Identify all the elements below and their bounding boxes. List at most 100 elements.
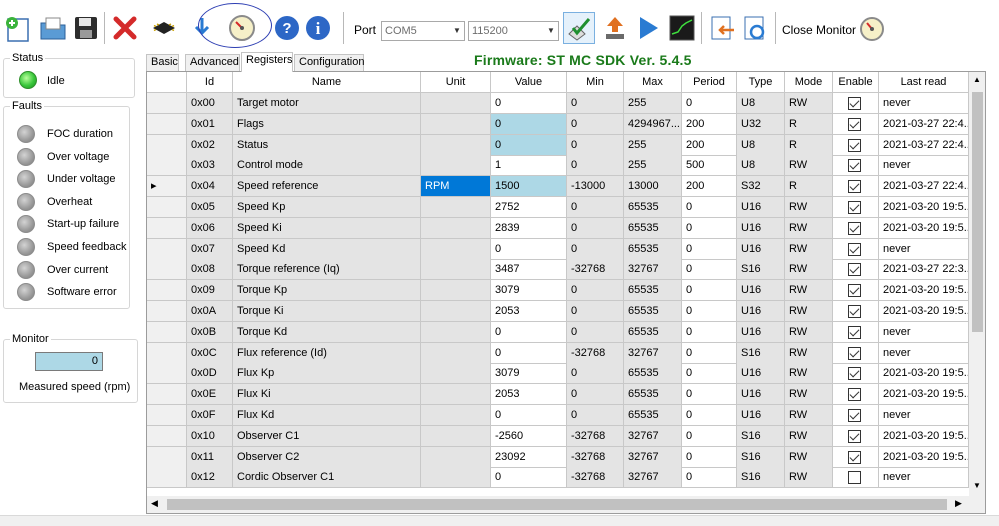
cell-value[interactable]: 2839 [491,217,567,239]
cell-unit[interactable] [421,259,491,281]
cell-min[interactable]: -32768 [567,342,624,364]
cell-unit[interactable] [421,342,491,364]
cell-mode[interactable]: RW [785,405,833,426]
cell-enable[interactable] [833,280,879,302]
cell-mode[interactable]: R [785,113,833,135]
cell-period[interactable]: 200 [682,134,737,156]
enable-checkbox[interactable] [848,117,861,131]
cell-name[interactable]: Torque reference (Iq) [233,259,421,281]
cell-id[interactable]: 0x0B [187,321,233,343]
vertical-scroll-thumb[interactable] [972,92,983,332]
cell-enable[interactable] [833,93,879,114]
cell-id[interactable]: 0x03 [187,155,233,177]
cell-min[interactable]: 0 [567,134,624,156]
cell-type[interactable]: S16 [737,467,785,489]
cell-enable[interactable] [833,342,879,364]
cell-type[interactable]: U16 [737,321,785,343]
cell-last[interactable]: 2021-03-20 19:5... [879,384,969,406]
table-row[interactable]: 0x09 Torque Kp 3079 0 65535 0 U16 RW 2021-03-20 … [147,280,969,302]
cell-enable[interactable] [833,134,879,156]
cell-last[interactable]: never [879,238,969,260]
cell-mode[interactable]: R [785,134,833,156]
column-header-id[interactable]: Id [187,72,233,93]
enable-checkbox[interactable] [848,284,861,298]
cell-period[interactable]: 500 [682,155,737,177]
table-row[interactable]: 0x08 Torque reference (Iq) 3487 -32768 32767… [147,259,969,281]
cell-max[interactable]: 65535 [624,363,682,385]
enable-checkbox[interactable] [848,263,861,277]
column-header-type[interactable]: Type [737,72,785,93]
table-row[interactable]: 0x0B Torque Kd 0 0 65535 0 U16 RW never [147,321,969,343]
cell-mode[interactable]: RW [785,155,833,177]
cell-value[interactable]: 3079 [491,363,567,385]
cell-id[interactable]: 0x05 [187,197,233,218]
table-row[interactable]: 0x00 Target motor 0 0 255 0 U8 RW never [147,93,969,114]
cell-period[interactable]: 0 [682,238,737,260]
table-row[interactable]: 0x01 Flags 0 0 4294967... 200 U32 R 2021-03-27 2… [147,113,969,135]
cell-last[interactable]: 2021-03-27 22:4... [879,113,969,135]
cell-max[interactable]: 255 [624,155,682,177]
cell-id[interactable]: 0x10 [187,425,233,447]
scope-icon[interactable] [666,12,698,44]
cell-id[interactable]: 0x00 [187,93,233,114]
cell-value[interactable]: 0 [491,238,567,260]
open-folder-icon[interactable] [37,12,69,44]
cell-unit[interactable] [421,155,491,177]
cell-type[interactable]: U16 [737,280,785,302]
cell-unit[interactable] [421,197,491,218]
cell-max[interactable]: 65535 [624,405,682,426]
cell-name[interactable]: Observer C1 [233,425,421,447]
cell-last[interactable]: 2021-03-27 22:4... [879,134,969,156]
close-red-x-icon[interactable] [109,12,141,44]
cell-name[interactable]: Flags [233,113,421,135]
cell-mode[interactable]: RW [785,384,833,406]
cell-period[interactable]: 0 [682,405,737,426]
horizontal-scroll-thumb[interactable] [167,499,947,510]
column-header-min[interactable]: Min [567,72,624,93]
cell-value[interactable]: 2752 [491,197,567,218]
cell-last[interactable]: 2021-03-20 19:5... [879,425,969,447]
cell-unit[interactable] [421,301,491,322]
tab-advanced[interactable]: Advanced [185,54,240,71]
cell-id[interactable]: 0x0E [187,384,233,406]
cell-id[interactable]: 0x04 [187,176,233,198]
cell-value[interactable]: 2053 [491,384,567,406]
cell-period[interactable]: 0 [682,467,737,489]
cell-max[interactable]: 65535 [624,238,682,260]
cell-last[interactable]: 2021-03-20 19:5... [879,363,969,385]
cell-last[interactable]: 2021-03-20 19:5... [879,301,969,322]
cell-name[interactable]: Torque Kp [233,280,421,302]
cell-id[interactable]: 0x0F [187,405,233,426]
export-icon[interactable] [706,12,738,44]
cell-type[interactable]: U16 [737,217,785,239]
cell-max[interactable]: 32767 [624,259,682,281]
column-header-mode[interactable]: Mode [785,72,833,93]
cell-min[interactable]: 0 [567,217,624,239]
column-header-last[interactable]: Last read [879,72,969,93]
cell-enable[interactable] [833,446,879,468]
cell-period[interactable]: 0 [682,197,737,218]
cell-value[interactable]: 0 [491,321,567,343]
refresh-doc-icon[interactable] [739,12,771,44]
cell-type[interactable]: U8 [737,93,785,114]
baud-select[interactable]: 115200 ▼ [468,21,559,41]
chevron-down-icon[interactable]: ▼ [973,481,981,490]
cell-unit[interactable] [421,321,491,343]
enable-checkbox[interactable] [848,305,861,318]
cell-last[interactable]: never [879,467,969,489]
cell-last[interactable]: never [879,93,969,114]
enable-checkbox[interactable] [848,242,861,256]
enable-checkbox[interactable] [848,429,861,443]
enable-checkbox[interactable] [848,346,861,360]
cell-min[interactable]: -13000 [567,176,624,198]
cell-name[interactable]: Flux reference (Id) [233,342,421,364]
cell-min[interactable]: -32768 [567,425,624,447]
cell-enable[interactable] [833,384,879,406]
cell-enable[interactable] [833,113,879,135]
cell-enable[interactable] [833,301,879,322]
cell-name[interactable]: Status [233,134,421,156]
cell-mode[interactable]: RW [785,446,833,468]
cell-mode[interactable]: RW [785,467,833,489]
cell-mode[interactable]: RW [785,217,833,239]
chevron-right-icon[interactable]: ▶ [955,498,962,509]
